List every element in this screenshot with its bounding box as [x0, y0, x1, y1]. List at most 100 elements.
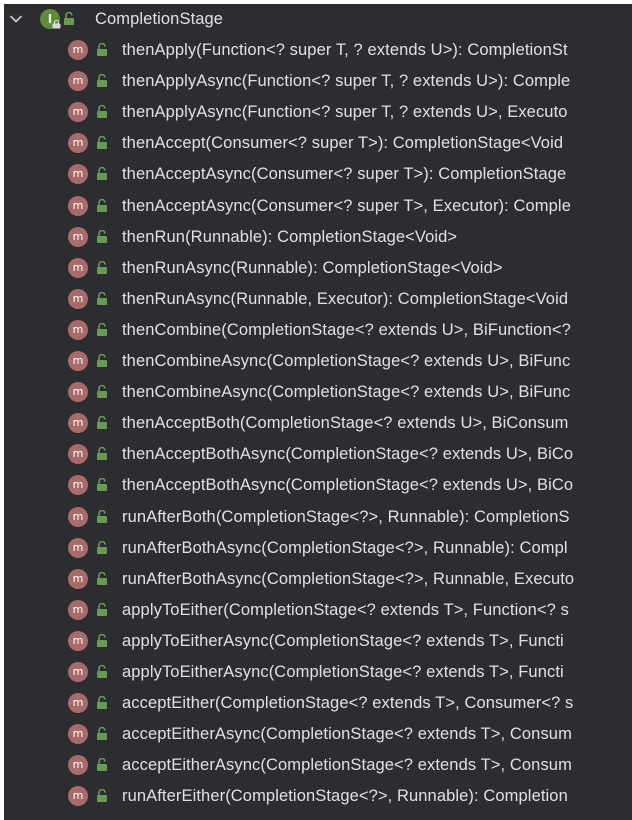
method-icon: m: [68, 444, 88, 464]
method-signature: acceptEitherAsync(CompletionStage<? exte…: [122, 725, 572, 743]
member-row[interactable]: m applyToEither(CompletionStage<? extends…: [4, 595, 632, 626]
method-signature: runAfterBothAsync(CompletionStage<?>, Ru…: [122, 539, 568, 557]
method-signature: thenAcceptBothAsync(CompletionStage<? ex…: [122, 445, 574, 463]
member-row[interactable]: m acceptEitherAsync(CompletionStage<? ext…: [4, 719, 632, 750]
member-row[interactable]: m thenCombine(CompletionStage<? extends U…: [4, 315, 632, 346]
interface-icon: I: [40, 9, 61, 29]
method-icon: m: [68, 631, 88, 651]
member-row[interactable]: m thenAcceptAsync(Consumer<? super T>, Ex…: [4, 191, 632, 222]
lock-icon: [52, 20, 61, 29]
method-signature: applyToEitherAsync(CompletionStage<? ext…: [122, 663, 564, 681]
member-row[interactable]: m runAfterBothAsync(CompletionStage<?>, R…: [4, 564, 632, 595]
method-signature: thenCombineAsync(CompletionStage<? exten…: [122, 383, 571, 401]
method-signature: acceptEither(CompletionStage<? extends T…: [122, 694, 574, 712]
member-row[interactable]: m runAfterEither(CompletionStage<?>, Runn…: [4, 781, 632, 812]
public-visibility-icon: [97, 603, 107, 616]
public-visibility-icon: [97, 105, 107, 118]
member-row[interactable]: m thenAcceptBoth(CompletionStage<? extend…: [4, 408, 632, 439]
public-visibility-icon: [97, 136, 107, 149]
member-row[interactable]: m thenRun(Runnable): CompletionStage<Void…: [4, 222, 632, 253]
method-icon: m: [68, 693, 88, 713]
public-visibility-icon: [97, 292, 107, 305]
member-row[interactable]: m applyToEitherAsync(CompletionStage<? ex…: [4, 657, 632, 688]
public-visibility-icon: [97, 43, 107, 56]
method-signature: thenApply(Function<? super T, ? extends …: [122, 41, 568, 59]
method-icon: m: [68, 724, 88, 744]
chevron-down-icon[interactable]: [9, 12, 23, 26]
public-visibility-icon: [97, 510, 107, 523]
method-icon: m: [68, 164, 88, 184]
public-visibility-icon: [97, 354, 107, 367]
member-row[interactable]: m thenCombineAsync(CompletionStage<? exte…: [4, 377, 632, 408]
member-row[interactable]: m runAfterBothAsync(CompletionStage<?>, R…: [4, 533, 632, 564]
member-row[interactable]: m thenAcceptBothAsync(CompletionStage<? e…: [4, 439, 632, 470]
public-visibility-icon: [97, 261, 107, 274]
member-row[interactable]: m thenRunAsync(Runnable): CompletionStage…: [4, 253, 632, 284]
public-visibility-icon: [97, 727, 107, 740]
method-icon: m: [68, 786, 88, 806]
member-row[interactable]: m acceptEither(CompletionStage<? extends …: [4, 688, 632, 719]
public-visibility-icon: [97, 541, 107, 554]
public-visibility-icon: [97, 74, 107, 87]
method-signature: acceptEitherAsync(CompletionStage<? exte…: [122, 756, 572, 774]
public-visibility-icon: [97, 665, 107, 678]
member-row[interactable]: m runAfterBoth(CompletionStage<?>, Runnab…: [4, 502, 632, 533]
member-row[interactable]: m thenCombineAsync(CompletionStage<? exte…: [4, 346, 632, 377]
method-signature: runAfterBoth(CompletionStage<?>, Runnabl…: [122, 508, 570, 526]
member-row[interactable]: m thenAcceptBothAsync(CompletionStage<? e…: [4, 470, 632, 501]
method-icon: m: [68, 133, 88, 153]
method-signature: runAfterBothAsync(CompletionStage<?>, Ru…: [122, 570, 575, 588]
structure-panel: I CompletionStage m thenApply(Function<? …: [4, 4, 632, 820]
member-row[interactable]: m thenAccept(Consumer<? super T>): Comple…: [4, 128, 632, 159]
public-visibility-icon: [97, 385, 107, 398]
method-icon: m: [68, 475, 88, 495]
method-icon: m: [68, 600, 88, 620]
method-icon: m: [68, 320, 88, 340]
member-row[interactable]: m thenApplyAsync(Function<? super T, ? ex…: [4, 66, 632, 97]
method-icon: m: [68, 71, 88, 91]
method-icon: m: [68, 102, 88, 122]
member-row[interactable]: m thenRunAsync(Runnable, Executor): Compl…: [4, 284, 632, 315]
tree-node-label: CompletionStage: [95, 10, 224, 28]
method-icon: m: [68, 351, 88, 371]
method-signature: thenRun(Runnable): CompletionStage<Void>: [122, 228, 458, 246]
method-icon: m: [68, 755, 88, 775]
method-icon: m: [68, 507, 88, 527]
method-icon: m: [68, 196, 88, 216]
public-visibility-icon: [97, 696, 107, 709]
method-signature: thenCombineAsync(CompletionStage<? exten…: [122, 352, 571, 370]
method-icon: m: [68, 258, 88, 278]
method-signature: thenAcceptAsync(Consumer<? super T>): Co…: [122, 165, 567, 183]
public-visibility-icon: [97, 789, 107, 802]
method-signature: applyToEitherAsync(CompletionStage<? ext…: [122, 632, 564, 650]
member-row[interactable]: m thenApplyAsync(Function<? super T, ? ex…: [4, 97, 632, 128]
method-icon: m: [68, 413, 88, 433]
method-signature: thenRunAsync(Runnable): CompletionStage<…: [122, 259, 503, 277]
public-visibility-icon: [97, 323, 107, 336]
member-row[interactable]: m thenApply(Function<? super T, ? extends…: [4, 35, 632, 66]
method-icon: m: [68, 227, 88, 247]
method-icon: m: [68, 538, 88, 558]
method-signature: thenAccept(Consumer<? super T>): Complet…: [122, 134, 564, 152]
method-icon: m: [68, 289, 88, 309]
public-visibility-icon: [97, 167, 107, 180]
method-icon: m: [68, 382, 88, 402]
member-row[interactable]: m acceptEitherAsync(CompletionStage<? ext…: [4, 750, 632, 781]
method-signature: thenApplyAsync(Function<? super T, ? ext…: [122, 72, 571, 90]
public-visibility-icon: [97, 230, 107, 243]
public-visibility-icon: [64, 12, 74, 25]
method-icon: m: [68, 40, 88, 60]
method-signature: thenApplyAsync(Function<? super T, ? ext…: [122, 103, 568, 121]
method-signature: applyToEither(CompletionStage<? extends …: [122, 601, 569, 619]
method-signature: thenAcceptBothAsync(CompletionStage<? ex…: [122, 476, 574, 494]
tree-node-completionstage[interactable]: I CompletionStage: [4, 4, 632, 35]
member-row[interactable]: m applyToEitherAsync(CompletionStage<? ex…: [4, 626, 632, 657]
method-signature: thenAcceptBoth(CompletionStage<? extends…: [122, 414, 569, 432]
public-visibility-icon: [97, 634, 107, 647]
public-visibility-icon: [97, 416, 107, 429]
public-visibility-icon: [97, 758, 107, 771]
method-signature: runAfterEither(CompletionStage<?>, Runna…: [122, 787, 568, 805]
member-row[interactable]: m thenAcceptAsync(Consumer<? super T>): C…: [4, 159, 632, 190]
method-icon: m: [68, 662, 88, 682]
public-visibility-icon: [97, 199, 107, 212]
